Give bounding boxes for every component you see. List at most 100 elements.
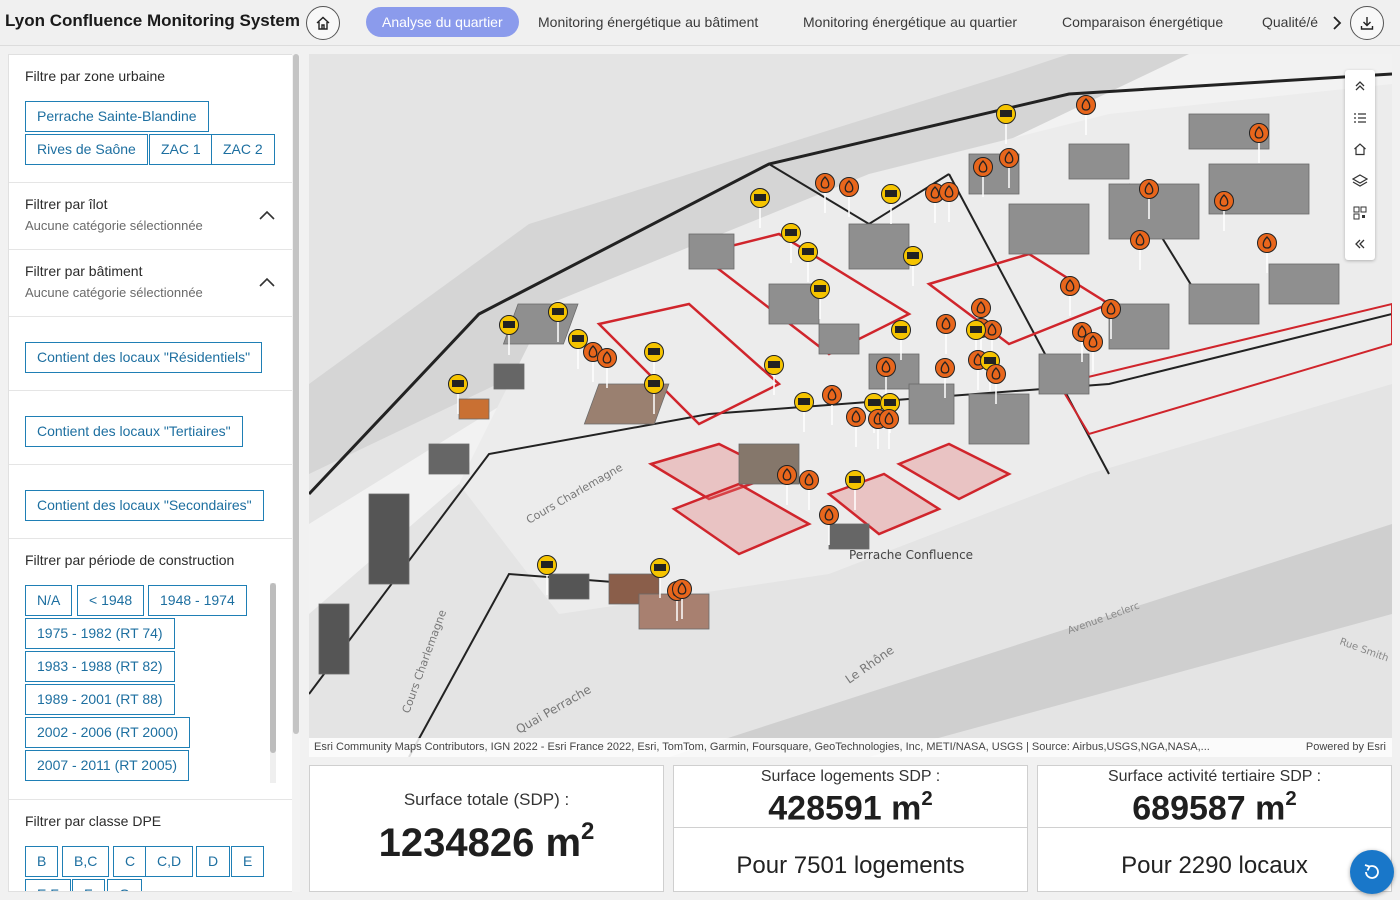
zone-zac2-button[interactable]: ZAC 2 — [211, 134, 275, 165]
solar-panel-icon — [984, 357, 996, 364]
solar-panel-icon — [452, 380, 464, 387]
tertiaire-surface-value: 689587 m2 — [1132, 788, 1297, 828]
zone-rives-saone-button[interactable]: Rives de Saône — [25, 134, 148, 165]
qr-icon — [1353, 206, 1367, 220]
refresh-icon — [1364, 864, 1379, 879]
dpe-g-button[interactable]: G — [107, 879, 142, 891]
refresh-button[interactable] — [1350, 850, 1394, 894]
periode-2002-2006-button[interactable]: 2002 - 2006 (RT 2000) — [25, 717, 191, 748]
total-surface-label: Surface totale (SDP) : — [403, 790, 570, 809]
zone-perrache-button[interactable]: Perrache Sainte-Blandine — [25, 101, 209, 132]
batiment-filter-title: Filtrer par bâtiment — [25, 263, 143, 279]
periode-1983-1988-button[interactable]: 1983 - 1988 (RT 82) — [25, 651, 175, 682]
collapse-toolbar-button[interactable] — [1350, 234, 1370, 254]
solar-panel-icon — [648, 380, 660, 387]
zone-filter-title: Filtre par zone urbaine — [25, 68, 166, 84]
solar-panel-icon — [1000, 110, 1012, 117]
dpe-d-button[interactable]: D — [196, 846, 231, 877]
tab-overflow: Qualité/é — [1255, 0, 1327, 46]
map-attribution: Esri Community Maps Contributors, IGN 20… — [309, 738, 1392, 757]
solar-panel-icon — [654, 564, 666, 571]
dpe-cd-button[interactable]: C,D — [145, 846, 194, 877]
ilot-filter-section[interactable]: Filtrer par îlot Aucune catégorie sélect… — [9, 183, 292, 250]
legend-button[interactable] — [1350, 108, 1370, 128]
map-toolbar — [1345, 70, 1375, 260]
periode-1989-2001-button[interactable]: 1989 - 2001 (RT 88) — [25, 684, 175, 715]
batiment-filter-section[interactable]: Filtrer par bâtiment Aucune catégorie sé… — [9, 250, 292, 317]
app-header: Lyon Confluence Monitoring System Analys… — [0, 0, 1400, 46]
filter-sidebar: Filtre par zone urbaine Perrache Sainte-… — [8, 54, 293, 892]
card-divider — [1038, 827, 1391, 828]
home-icon — [1354, 143, 1366, 156]
chevron-up-icon[interactable] — [258, 209, 276, 221]
periode-1948-1974-button[interactable]: 1948 - 1974 — [148, 585, 247, 616]
solar-panel-icon — [849, 476, 861, 483]
solar-panel-icon — [907, 252, 919, 259]
solar-panel-icon — [648, 348, 660, 355]
secondaire-filter-button[interactable]: Contient des locaux "Secondaires" — [25, 490, 264, 521]
solar-panel-icon — [802, 248, 814, 255]
expand-button[interactable] — [1350, 76, 1370, 96]
logements-surface-card: Surface logements SDP : 428591 m2 Pour 7… — [673, 765, 1028, 892]
download-button[interactable] — [1350, 6, 1384, 40]
solar-panel-icon — [868, 399, 880, 406]
periode-scrollbar[interactable] — [270, 583, 276, 783]
solar-panel-icon — [552, 308, 564, 315]
sidebar-scrollbar[interactable] — [292, 54, 300, 892]
total-surface-card: Surface totale (SDP) : 1234826 m2 — [309, 765, 664, 892]
map-label-perrache-confluence: Perrache Confluence — [849, 548, 973, 562]
periode-1975-1982-button[interactable]: 1975 - 1982 (RT 74) — [25, 618, 175, 649]
nav-next-button[interactable] — [1330, 12, 1344, 34]
tab-monitoring-batiment[interactable]: Monitoring énergétique au bâtiment — [538, 7, 758, 37]
secondaire-section: Contient des locaux "Secondaires" — [9, 465, 292, 539]
qr-button[interactable] — [1350, 203, 1370, 223]
tab-comparaison[interactable]: Comparaison énergétique — [1062, 7, 1223, 37]
solar-panel-icon — [814, 285, 826, 292]
map-home-button[interactable] — [1350, 139, 1370, 159]
zone-filter-section: Filtre par zone urbaine Perrache Sainte-… — [9, 55, 292, 183]
ilot-filter-subtitle: Aucune catégorie sélectionnée — [25, 218, 203, 233]
tab-analyse-quartier[interactable]: Analyse du quartier — [366, 7, 519, 37]
zone-zac1-button[interactable]: ZAC 1 — [149, 134, 213, 165]
dpe-bc-button[interactable]: B,C — [62, 846, 110, 877]
chevron-up-icon[interactable] — [258, 276, 276, 288]
layers-icon — [1352, 174, 1368, 187]
solar-panel-icon — [754, 194, 766, 201]
solar-panel-icon — [798, 398, 810, 405]
double-chevron-left-icon — [1355, 239, 1365, 249]
home-button[interactable] — [306, 6, 340, 40]
logements-surface-value: 428591 m2 — [768, 788, 933, 828]
solar-panel-icon — [885, 190, 897, 197]
locaux-count: Pour 2290 locaux — [1121, 852, 1308, 879]
dpe-filter-title: Filtrer par classe DPE — [25, 813, 162, 829]
sidebar-scroll-thumb[interactable] — [293, 54, 299, 734]
dpe-e-button[interactable]: E — [231, 846, 265, 877]
dpe-f-button[interactable]: F — [72, 879, 105, 891]
tab-qualite[interactable]: Qualité/é — [1262, 7, 1318, 37]
tertiaire-surface-card: Surface activité tertiaire SDP : 689587 … — [1037, 765, 1392, 892]
home-icon — [316, 16, 330, 30]
periode-na-button[interactable]: N/A — [25, 585, 73, 616]
solar-panel-icon — [884, 399, 896, 406]
layers-button[interactable] — [1350, 171, 1370, 191]
solar-panel-icon — [785, 229, 797, 236]
tertiaire-filter-button[interactable]: Contient des locaux "Tertiaires" — [25, 416, 243, 447]
tertiaire-section: Contient des locaux "Tertiaires" — [9, 391, 292, 465]
dpe-c-button[interactable]: C — [113, 846, 148, 877]
batiment-filter-subtitle: Aucune catégorie sélectionnée — [25, 285, 203, 300]
periode-before-1948-button[interactable]: < 1948 — [77, 585, 145, 616]
map-view[interactable]: Cours Charlemagne Cours Charlemagne Quai… — [309, 54, 1392, 757]
periode-2007-2011-button[interactable]: 2007 - 2011 (RT 2005) — [25, 750, 190, 781]
residentiel-filter-button[interactable]: Contient des locaux "Résidentiels" — [25, 342, 263, 373]
card-divider — [674, 827, 1027, 828]
periode-scroll-thumb[interactable] — [270, 583, 276, 753]
map-scene[interactable]: Cours Charlemagne Cours Charlemagne Quai… — [309, 54, 1392, 757]
tab-monitoring-quartier[interactable]: Monitoring énergétique au quartier — [803, 7, 1017, 37]
dpe-b-button[interactable]: B — [25, 846, 59, 877]
solar-panel-icon — [503, 321, 515, 328]
tertiaire-surface-label: Surface activité tertiaire SDP : — [1107, 768, 1322, 785]
dpe-ef-button[interactable]: E,F — [25, 879, 71, 891]
total-surface-value: 1234826 m2 — [378, 818, 595, 865]
periode-filter-section: Filtrer par période de construction N/A … — [9, 539, 292, 800]
powered-by-esri[interactable]: Powered by Esri — [1306, 738, 1386, 757]
